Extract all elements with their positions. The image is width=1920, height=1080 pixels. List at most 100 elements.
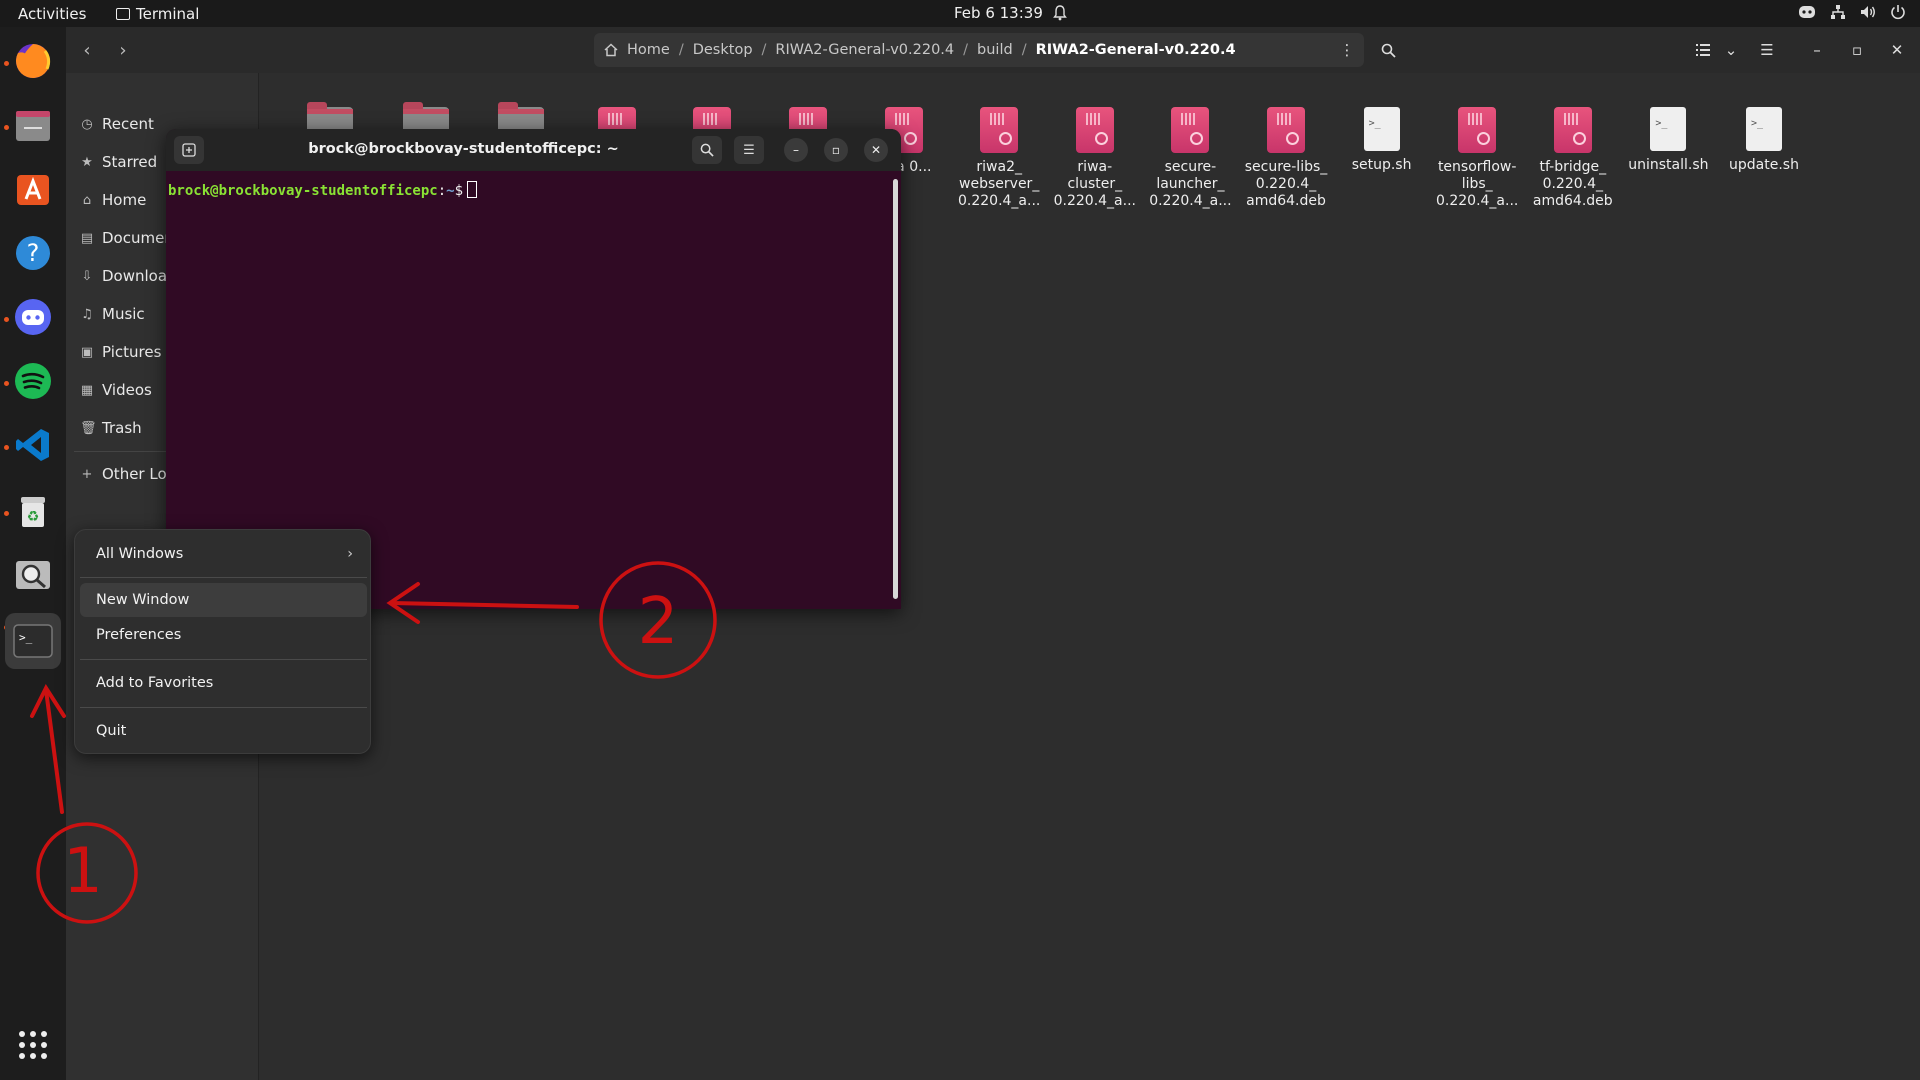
search-button[interactable] (1371, 33, 1405, 67)
trash-icon[interactable]: ♻ (9, 487, 57, 535)
menu-item-preferences[interactable]: Preferences (80, 618, 367, 652)
terminal-maximize-button[interactable]: ▫ (824, 138, 848, 162)
path-segment[interactable]: Home (627, 42, 670, 58)
deb-package-icon (1171, 107, 1210, 153)
path-menu-button[interactable]: ⋮ (1330, 33, 1364, 67)
files-icon[interactable] (9, 101, 57, 149)
menu-item-quit[interactable]: Quit (80, 714, 367, 748)
file-item[interactable]: riwa2_ webserver_ 0.220.4_a... (955, 107, 1043, 210)
picture-icon: ▣ (80, 344, 94, 360)
hamburger-menu-button[interactable]: ☰ (1750, 33, 1784, 67)
file-item[interactable]: >_ setup.sh (1338, 107, 1426, 174)
terminal-close-button[interactable]: ✕ (864, 138, 888, 162)
shell-script-icon: >_ (1746, 107, 1782, 151)
path-bar[interactable]: Home / Desktop / RIWA2-General-v0.220.4 … (594, 33, 1364, 67)
sidebar-label: Videos (102, 381, 152, 399)
forward-button[interactable]: › (106, 33, 140, 67)
help-icon[interactable]: ? (9, 229, 57, 277)
app-name: Terminal (136, 5, 200, 23)
sidebar-item-pictures[interactable]: ▣ Pictures (80, 341, 162, 363)
sidebar-item-documents[interactable]: ▤ Documen (80, 227, 174, 249)
deb-package-icon (980, 107, 1019, 153)
sidebar-label: Starred (102, 153, 158, 171)
firefox-icon[interactable] (9, 37, 57, 85)
sidebar-label: Pictures (102, 343, 162, 361)
shell-script-icon: >_ (1650, 107, 1687, 151)
terminal-search-button[interactable] (692, 136, 722, 164)
sidebar-item-videos[interactable]: ▦ Videos (80, 379, 152, 401)
menu-item-new-window[interactable]: New Window (80, 583, 367, 617)
view-options-button[interactable]: ⌄ (1714, 33, 1748, 67)
menu-divider (80, 659, 367, 660)
volume-icon[interactable] (1860, 4, 1876, 20)
prompt-path: ~ (446, 183, 455, 199)
dock-context-menu: All Windows › New Window Preferences Add … (74, 529, 371, 754)
sidebar-item-music[interactable]: ♫ Music (80, 303, 145, 325)
terminal-menu-button[interactable]: ☰ (734, 136, 764, 164)
sidebar-item-downloads[interactable]: ⇩ Downloa (80, 265, 168, 287)
sidebar-item-other-locations[interactable]: + Other Loc (80, 463, 175, 485)
file-item[interactable]: tf-bridge_ 0.220.4_ amd64.deb (1529, 107, 1617, 210)
sidebar-item-home[interactable]: ⌂ Home (80, 189, 146, 211)
deb-package-icon (1075, 107, 1114, 153)
path-segment-current[interactable]: RIWA2-General-v0.220.4 (1036, 42, 1236, 58)
plus-icon: + (81, 466, 93, 482)
terminal-header[interactable]: brock@brockbovay-studentofficepc: ~ ☰ – … (166, 129, 901, 171)
menu-item-all-windows[interactable]: All Windows › (80, 537, 367, 571)
system-tray[interactable] (1798, 4, 1906, 20)
activities-button[interactable]: Activities (18, 5, 86, 23)
sidebar-label: Music (102, 305, 145, 323)
file-name: setup.sh (1351, 157, 1412, 173)
spotify-icon[interactable] (9, 357, 57, 405)
file-item[interactable]: secure-libs_ 0.220.4_ amd64.deb (1242, 107, 1330, 210)
maximize-button[interactable]: ▫ (1840, 33, 1874, 67)
sidebar-item-trash[interactable]: 🗑 Trash (80, 417, 142, 439)
menu-item-add-to-favorites[interactable]: Add to Favorites (80, 666, 367, 700)
discord-tray-icon[interactable] (1798, 5, 1816, 19)
sidebar-item-recent[interactable]: ◷ Recent (80, 113, 154, 135)
file-name: secure- launcher_ 0.220.4_a... (1149, 159, 1232, 209)
vscode-icon[interactable] (9, 421, 57, 469)
top-bar: Activities Terminal Feb 6 13:39 (0, 0, 1920, 27)
list-view-icon (1696, 44, 1710, 56)
file-item[interactable]: riwa- cluster_ 0.220.4_a... (1051, 107, 1139, 210)
power-icon[interactable] (1890, 4, 1906, 20)
terminal-icon[interactable]: >_ (5, 613, 61, 669)
sidebar-label: Recent (102, 115, 154, 133)
terminal-scrollbar[interactable] (893, 179, 898, 599)
path-segment[interactable]: RIWA2-General-v0.220.4 (775, 42, 954, 58)
menu-label: All Windows (96, 546, 184, 562)
prompt-separator: : (437, 183, 447, 199)
clock-icon: ◷ (81, 116, 93, 132)
dock: ? ♻ >_ (0, 27, 66, 1080)
discord-icon[interactable] (9, 293, 57, 341)
network-icon[interactable] (1830, 4, 1846, 20)
home-icon: ⌂ (82, 192, 92, 208)
file-name: riwa- cluster_ 0.220.4_a... (1053, 159, 1136, 209)
menu-label: Quit (96, 723, 127, 739)
path-segment[interactable]: build (977, 42, 1013, 58)
sidebar-item-starred[interactable]: ★ Starred (80, 151, 157, 173)
svg-text:?: ? (27, 239, 40, 267)
menu-label: Preferences (96, 627, 182, 643)
path-segment[interactable]: Desktop (693, 42, 753, 58)
menu-divider (80, 577, 367, 578)
path-separator: / (1021, 42, 1027, 58)
app-menu[interactable]: Terminal (116, 5, 199, 23)
search-tool-icon[interactable] (9, 551, 57, 599)
terminal-minimize-button[interactable]: – (784, 138, 808, 162)
file-item[interactable]: tensorflow- libs_ 0.220.4_a... (1433, 107, 1521, 210)
close-button[interactable]: ✕ (1880, 33, 1914, 67)
app-grid-icon[interactable] (9, 1021, 57, 1069)
path-separator: / (761, 42, 767, 58)
app-center-icon[interactable] (9, 165, 57, 213)
file-item[interactable]: >_ uninstall.sh (1624, 107, 1712, 174)
clock[interactable]: Feb 6 13:39 (954, 4, 1067, 22)
file-item[interactable]: >_ update.sh (1720, 107, 1808, 174)
file-item[interactable]: secure- launcher_ 0.220.4_a... (1146, 107, 1234, 210)
minimize-button[interactable]: – (1800, 33, 1834, 67)
back-button[interactable]: ‹ (70, 33, 104, 67)
document-icon: ▤ (80, 230, 94, 246)
sidebar-label: Trash (102, 419, 142, 437)
file-name: tensorflow- libs_ 0.220.4_a... (1436, 159, 1519, 209)
